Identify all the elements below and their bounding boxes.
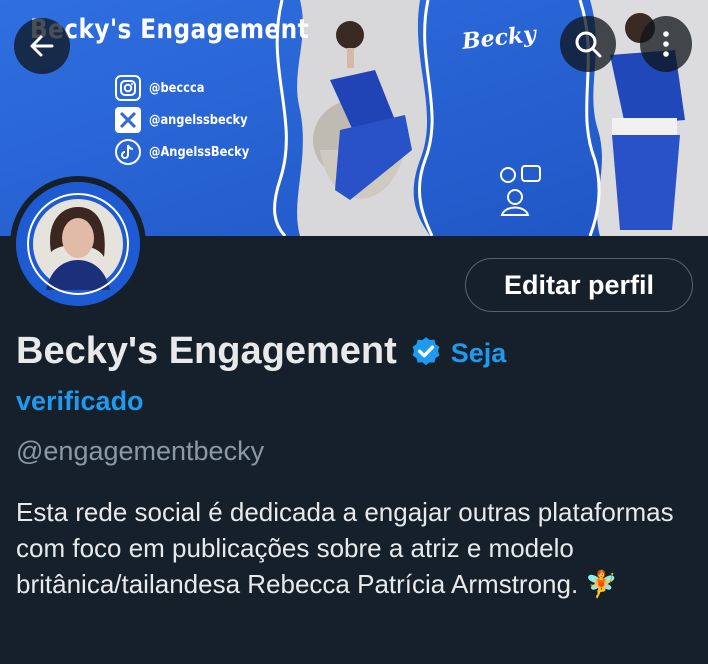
edit-profile-button[interactable]: Editar perfil: [465, 258, 693, 312]
verified-badge-icon[interactable]: [409, 335, 443, 369]
back-button[interactable]: [14, 18, 70, 74]
get-verified-link[interactable]: Seja: [451, 338, 507, 369]
instagram-icon: [115, 75, 141, 101]
banner-social-instagram: @beccca: [115, 75, 212, 101]
arrow-left-icon: [30, 35, 54, 57]
banner-social-handle: @AngelssBecky: [149, 144, 250, 160]
avatar-seal-image: [16, 182, 140, 306]
profile-avatar[interactable]: [10, 176, 146, 312]
search-button[interactable]: [560, 16, 616, 72]
x-icon: [115, 107, 141, 133]
search-icon: [575, 31, 602, 58]
banner-social-handle: @beccca: [149, 80, 205, 96]
profile-name: Becky's Engagement: [16, 330, 397, 372]
tiktok-icon: [115, 139, 141, 165]
get-verified-link-cont[interactable]: verificado: [16, 386, 144, 417]
banner-social-tiktok: @AngelssBecky: [115, 139, 263, 165]
more-options-button[interactable]: [640, 16, 692, 72]
banner-social-x: @angelssbecky: [115, 107, 261, 133]
avatar: [16, 182, 140, 306]
banner-title: Becky's Engagement: [30, 14, 310, 45]
profile-bio: Esta rede social é dedicada a engajar ou…: [16, 497, 674, 599]
profile-handle: @engagementbecky: [16, 436, 265, 466]
profile-name-line: Becky's Engagement Seja: [16, 330, 506, 373]
more-vertical-icon: [663, 31, 669, 57]
banner-social-handle: @angelssbecky: [149, 112, 248, 128]
